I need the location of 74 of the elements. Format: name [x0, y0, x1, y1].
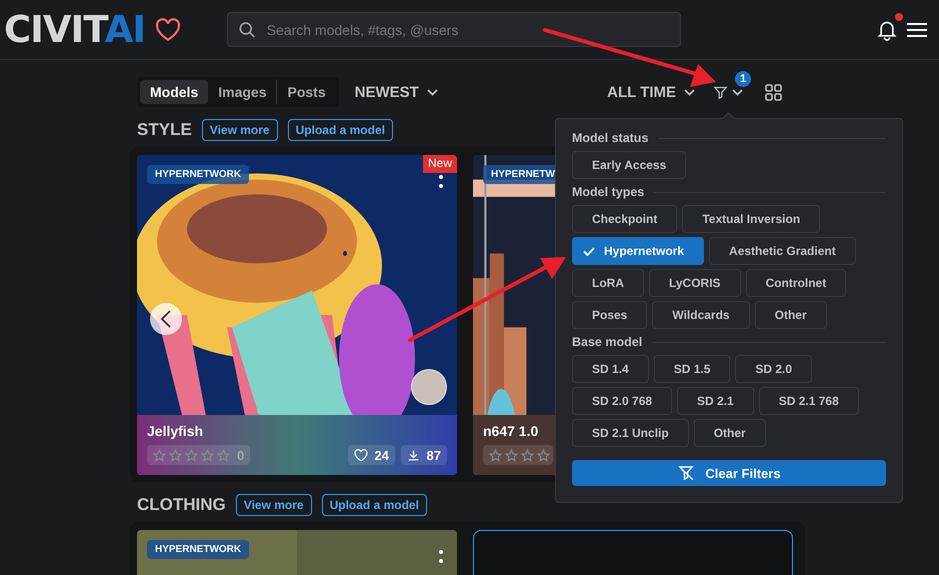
- filter-chip[interactable]: Other: [694, 419, 766, 447]
- filter-chip[interactable]: SD 1.4: [572, 355, 649, 383]
- caret-icon: [684, 88, 695, 96]
- filter-chip[interactable]: SD 2.1: [677, 387, 754, 415]
- filter-chip[interactable]: Controlnet: [746, 269, 846, 297]
- sort-dropdown[interactable]: NEWEST: [354, 84, 438, 100]
- upload-button[interactable]: Upload a model: [322, 494, 427, 516]
- period-dropdown[interactable]: ALL TIME: [607, 84, 695, 100]
- group-title: Model types: [572, 185, 644, 199]
- star-icon: [201, 448, 214, 462]
- filter-chip[interactable]: Aesthetic Gradient: [709, 237, 856, 265]
- more-icon[interactable]: [439, 175, 443, 189]
- likes-count: 24: [348, 445, 395, 465]
- model-type-badge: HYPERNETWORK: [147, 540, 250, 559]
- menu-icon[interactable]: [907, 22, 927, 38]
- chevron-left-icon: [160, 310, 172, 328]
- star-icon: [521, 448, 534, 462]
- star-icon: [169, 448, 182, 462]
- filter-chip[interactable]: Checkpoint: [572, 205, 678, 233]
- search-field[interactable]: Search models, #tags, @users: [227, 12, 682, 47]
- tab[interactable]: Images: [208, 80, 276, 104]
- filter-chip[interactable]: Wildcards: [652, 301, 750, 329]
- filter-chip[interactable]: Poses: [572, 301, 648, 329]
- tab[interactable]: Posts: [276, 80, 336, 104]
- star-icon: [537, 448, 550, 462]
- star-icon: [505, 448, 518, 462]
- section-title: CLOTHING: [137, 495, 226, 515]
- rating-count: 0: [237, 448, 244, 462]
- group-title: Base model: [572, 335, 642, 349]
- group-title: Model status: [572, 131, 648, 145]
- model-title: n647 1.0: [483, 423, 540, 439]
- filter-chip[interactable]: SD 2.0 768: [572, 387, 672, 415]
- filter-off-icon: [677, 464, 696, 482]
- search-input[interactable]: Search models, #tags, @users: [264, 20, 670, 38]
- tab[interactable]: Models: [140, 80, 208, 104]
- check-icon: [583, 246, 595, 256]
- filter-chip[interactable]: Early Access: [572, 151, 686, 179]
- filter-chip[interactable]: SD 2.1 768: [758, 387, 859, 415]
- caret-icon: [732, 88, 743, 96]
- caret-icon: [426, 88, 438, 96]
- download-icon: [406, 448, 420, 462]
- logo[interactable]: CIVITAI: [4, 11, 146, 48]
- view-more-button[interactable]: View more: [202, 119, 278, 141]
- bell-icon[interactable]: [877, 18, 897, 40]
- model-type-badge: HYPERNETWORK: [147, 165, 250, 184]
- filter-count-badge: 1: [735, 70, 751, 86]
- filter-chip[interactable]: SD 2.1 Unclip: [572, 419, 689, 447]
- star-icon: [217, 448, 230, 462]
- filter-chip[interactable]: LyCORIS: [649, 269, 741, 297]
- filter-icon: [713, 84, 728, 100]
- filter-chip[interactable]: SD 2.0: [735, 355, 812, 383]
- model-title: Jellyfish: [147, 423, 204, 439]
- grid-icon[interactable]: [765, 84, 782, 100]
- filter-chip[interactable]: Hypernetwork: [572, 237, 704, 265]
- model-card[interactable]: HYPERNETWORK: [137, 530, 457, 575]
- search-icon: [238, 20, 257, 40]
- filter-chip[interactable]: LoRA: [572, 269, 644, 297]
- star-icon: [489, 448, 502, 462]
- new-badge: New: [422, 155, 457, 173]
- star-icon: [153, 448, 166, 462]
- filter-chip[interactable]: SD 1.5: [654, 355, 730, 383]
- heart-icon: [354, 448, 368, 462]
- upload-button[interactable]: Upload a model: [288, 119, 393, 141]
- view-more-button[interactable]: View more: [236, 494, 312, 516]
- filter-button[interactable]: [713, 84, 743, 100]
- star-icon: [185, 448, 198, 462]
- section-title: STYLE: [137, 120, 192, 140]
- heart-icon[interactable]: [155, 18, 182, 42]
- downloads-count: 87: [400, 445, 447, 465]
- clear-filters-button[interactable]: Clear Filters: [572, 460, 886, 486]
- filter-chip[interactable]: Other: [754, 301, 827, 329]
- more-icon[interactable]: [439, 550, 443, 564]
- model-card[interactable]: HYPERNETWORK New Jellyfish 0 24 87: [137, 155, 457, 475]
- filter-chip[interactable]: Textual Inversion: [682, 205, 820, 233]
